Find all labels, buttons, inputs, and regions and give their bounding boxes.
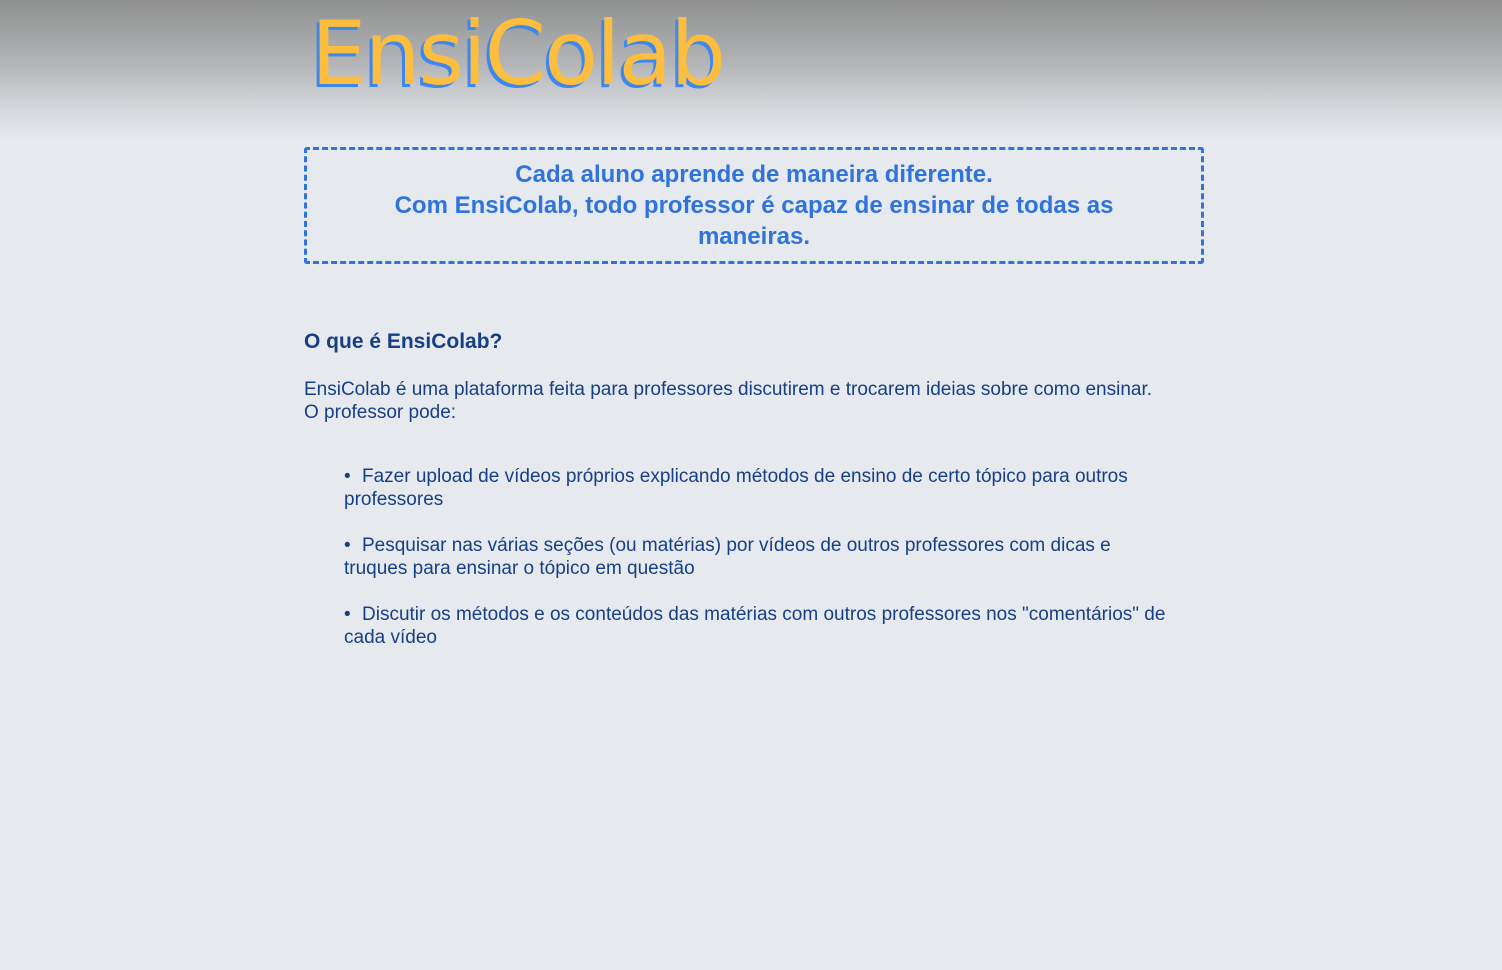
page-header: EnsiColab EnsiColab	[0, 0, 1502, 140]
about-intro: EnsiColab é uma plataforma feita para pr…	[304, 378, 1214, 424]
feature-list: • Fazer upload de vídeos próprios explica…	[344, 465, 1174, 672]
feature-item-search: • Pesquisar nas várias seções (ou matéria…	[344, 534, 1174, 580]
bullet-icon: •	[344, 466, 351, 487]
about-intro-line-2: O professor pode:	[304, 402, 457, 423]
tagline-line-1: Cada aluno aprende de maneira diferente.	[515, 161, 993, 188]
bullet-icon: •	[344, 535, 351, 556]
tagline-line-2: Com EnsiColab, todo professor é capaz de…	[394, 192, 1114, 250]
feature-item-upload: • Fazer upload de vídeos próprios explica…	[344, 465, 1174, 511]
bullet-icon: •	[344, 604, 351, 625]
feature-text: Fazer upload de vídeos próprios explican…	[344, 466, 1128, 510]
logo-text: EnsiColab	[311, 2, 726, 105]
tagline-box: Cada aluno aprende de maneira diferente.…	[304, 147, 1204, 264]
about-section-title: O que é EnsiColab?	[304, 330, 503, 353]
about-intro-line-1: EnsiColab é uma plataforma feita para pr…	[304, 379, 1153, 400]
feature-text: Pesquisar nas várias seções (ou matérias…	[344, 535, 1111, 579]
feature-text: Discutir os métodos e os conteúdos das m…	[344, 604, 1166, 648]
feature-item-discuss: • Discutir os métodos e os conteúdos das …	[344, 603, 1174, 649]
